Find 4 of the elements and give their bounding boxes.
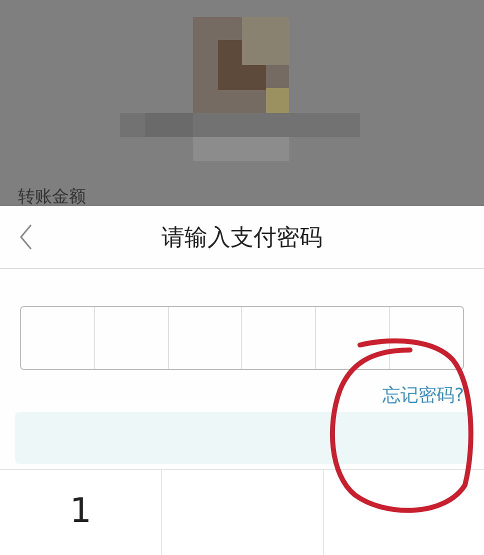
dialog-title: 请输入支付密码 [162,224,322,252]
amount-label: 转账金额 [18,188,86,206]
password-field[interactable] [20,306,464,370]
forgot-password-link[interactable]: 忘记密码? [382,384,464,408]
